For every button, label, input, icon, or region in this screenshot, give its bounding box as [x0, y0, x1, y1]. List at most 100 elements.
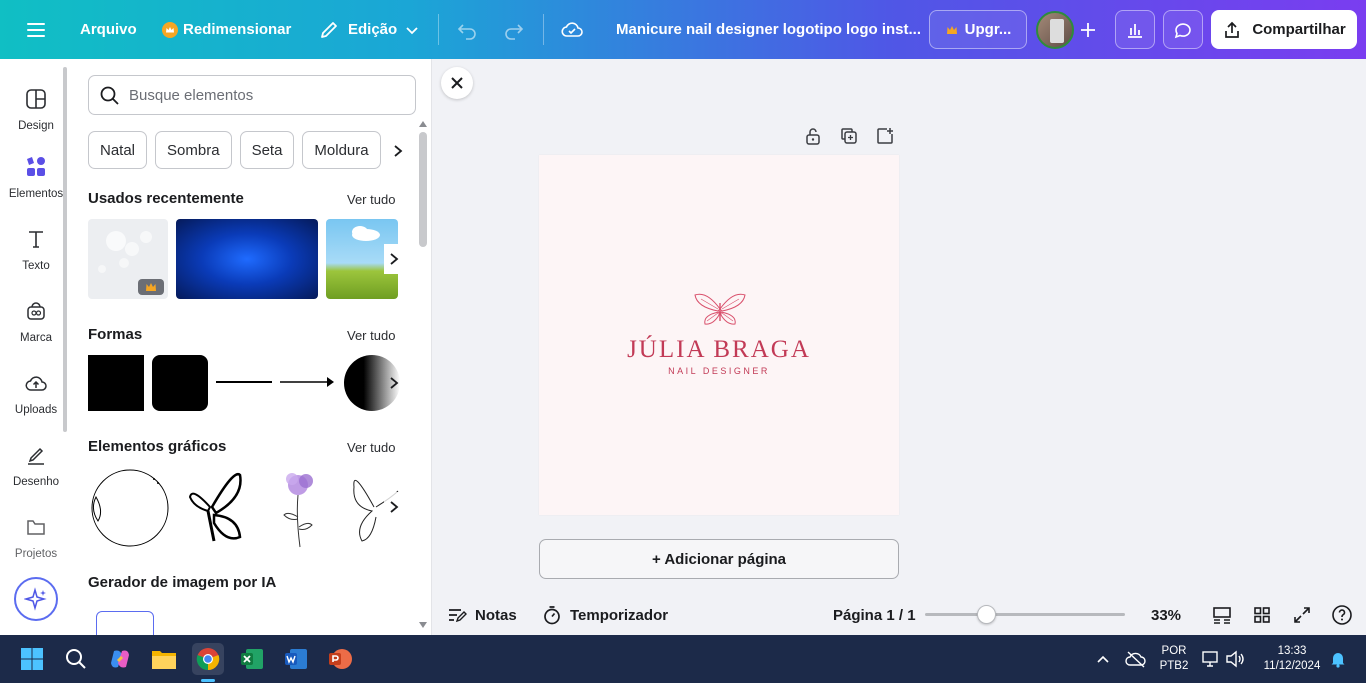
user-avatar[interactable] [1036, 11, 1074, 49]
lang-code: POR [1161, 645, 1187, 657]
redo-button[interactable] [503, 0, 525, 59]
undo-button[interactable] [456, 0, 478, 59]
shapes-next-button[interactable] [384, 368, 404, 398]
graphic-purple-flower[interactable] [268, 467, 328, 549]
bottom-bar: Notas Temporizador Página 1 / 1 33% [433, 595, 1366, 635]
add-collaborator-button[interactable] [1070, 11, 1106, 49]
floral-frame-graphic [91, 469, 169, 547]
input-language-indicator[interactable]: POR PTB2 [1156, 644, 1192, 674]
duplicate-page-button[interactable] [839, 126, 859, 146]
upload-icon [18, 365, 54, 401]
shape-line[interactable] [216, 381, 272, 383]
folder-icon [152, 651, 176, 669]
divider [438, 14, 439, 45]
rail-item-brand[interactable]: Marca [0, 293, 72, 344]
cloud-offline-icon [1125, 651, 1146, 668]
file-explorer-button[interactable] [148, 643, 180, 675]
grid-view-button[interactable] [1253, 595, 1271, 635]
excel-button[interactable] [236, 643, 268, 675]
shape-arrow[interactable] [280, 374, 336, 390]
top-bar: Arquivo Redimensionar Edição Manicure na… [0, 0, 1366, 59]
rail-item-projects[interactable]: Projetos [0, 509, 72, 559]
rail-item-design[interactable]: Design [0, 81, 72, 132]
zoom-percentage[interactable]: 33% [1151, 595, 1181, 635]
logo-subtitle-text[interactable]: NAIL DESIGNER [539, 366, 899, 376]
chip-sombra[interactable]: Sombra [155, 131, 232, 169]
rail-label-projects: Projetos [14, 548, 58, 559]
page-view-button[interactable] [1212, 595, 1232, 635]
cloud-save-status[interactable] [560, 0, 584, 59]
text-icon [18, 221, 54, 257]
comments-button[interactable] [1163, 10, 1203, 49]
rail-scrollbar[interactable] [63, 67, 67, 432]
graphics-see-all-link[interactable]: Ver tudo [347, 440, 395, 455]
recent-see-all-link[interactable]: Ver tudo [347, 192, 395, 207]
plus-icon [1081, 23, 1095, 37]
graphic-butterfly-black[interactable] [182, 467, 248, 549]
chip-natal[interactable]: Natal [88, 131, 148, 169]
timer-button[interactable]: Temporizador [542, 595, 668, 635]
main-menu-button[interactable] [24, 0, 48, 59]
hamburger-icon [27, 22, 45, 37]
unlock-icon [806, 128, 820, 145]
graphic-floral-circle[interactable] [88, 467, 170, 549]
ai-generate-card[interactable] [96, 611, 154, 635]
recent-item-blue-gradient[interactable] [176, 219, 318, 299]
close-panel-button[interactable] [441, 67, 473, 99]
copilot-button[interactable] [104, 643, 136, 675]
recent-item-bokeh[interactable] [88, 219, 168, 299]
scroll-up-icon[interactable] [419, 121, 427, 127]
shapes-see-all-link[interactable]: Ver tudo [347, 328, 395, 343]
word-button[interactable] [280, 643, 312, 675]
lock-page-button[interactable] [803, 126, 823, 146]
ai-section-title: Gerador de imagem por IA [88, 574, 277, 591]
logo-name-text[interactable]: JÚLIA BRAGA [539, 336, 899, 364]
chevron-up-icon [1097, 655, 1109, 663]
clock-time: 13:33 [1277, 645, 1307, 657]
shape-rounded-square[interactable] [152, 355, 208, 411]
edit-menu-button[interactable]: Edição [318, 0, 419, 59]
panel-scrollbar[interactable] [419, 132, 427, 247]
show-hidden-icons-button[interactable] [1090, 643, 1116, 675]
chip-seta[interactable]: Seta [239, 131, 295, 169]
design-page[interactable]: JÚLIA BRAGA NAIL DESIGNER [539, 155, 899, 515]
notes-button[interactable]: Notas [447, 595, 517, 635]
zoom-slider-track[interactable] [925, 613, 1125, 616]
add-page-top-button[interactable] [875, 126, 895, 146]
document-title[interactable]: Manicure nail designer logotipo logo ins… [616, 0, 921, 59]
network-button[interactable] [1198, 643, 1222, 675]
rail-item-draw[interactable]: Desenho [0, 437, 72, 488]
onedrive-button[interactable] [1122, 643, 1150, 675]
monitor-network-icon [1202, 651, 1218, 667]
clock[interactable]: 13:33 11/12/2024 [1256, 644, 1328, 674]
help-button[interactable] [1331, 595, 1353, 635]
insights-button[interactable] [1115, 10, 1155, 49]
notifications-button[interactable] [1326, 643, 1350, 675]
add-page-button[interactable]: + Adicionar página [539, 539, 899, 579]
page-indicator[interactable]: Página 1 / 1 [833, 595, 916, 635]
volume-button[interactable] [1222, 643, 1248, 675]
graphics-next-button[interactable] [384, 492, 404, 522]
rail-item-elements[interactable]: Elementos [0, 149, 72, 200]
powerpoint-button[interactable] [324, 643, 356, 675]
timer-icon [544, 606, 560, 625]
chrome-button[interactable] [192, 643, 224, 675]
start-button[interactable] [16, 643, 48, 675]
fullscreen-button[interactable] [1293, 595, 1311, 635]
share-button[interactable]: Compartilhar [1211, 10, 1357, 49]
chip-moldura[interactable]: Moldura [302, 131, 381, 169]
taskbar-search-button[interactable] [60, 643, 92, 675]
shape-square[interactable] [88, 355, 144, 411]
chips-next-button[interactable] [388, 139, 408, 163]
upgrade-button[interactable]: Upgr... [929, 10, 1027, 49]
rail-item-text[interactable]: Texto [0, 221, 72, 272]
element-search-input[interactable]: Busque elementos [88, 75, 416, 115]
duplicate-icon [841, 128, 857, 144]
rail-item-uploads[interactable]: Uploads [0, 365, 72, 416]
file-menu-button[interactable]: Arquivo [80, 0, 137, 59]
resize-button[interactable]: Redimensionar [162, 0, 291, 59]
recent-next-button[interactable] [384, 244, 404, 274]
zoom-slider-handle[interactable] [976, 605, 996, 624]
magic-assistant-button[interactable] [14, 577, 58, 621]
scroll-down-icon[interactable] [419, 622, 427, 628]
